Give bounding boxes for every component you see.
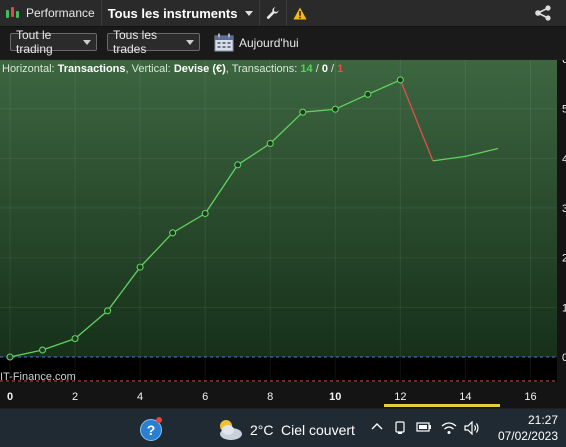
- data-point[interactable]: [234, 161, 242, 169]
- chevron-down-icon: [83, 39, 91, 45]
- taskbar: ? 2°C Ciel couvert 21:27 07/02/2023: [0, 409, 566, 447]
- period-highlight: [384, 404, 500, 407]
- trading-filter-dropdown[interactable]: Tout le trading: [10, 28, 97, 56]
- warning-icon: [292, 7, 307, 19]
- instrument-label: Tous les instruments: [107, 5, 238, 21]
- sep: /: [312, 63, 322, 75]
- candlestick-icon: [6, 6, 20, 20]
- data-point[interactable]: [331, 105, 339, 113]
- y-tick-label: 6: [562, 60, 566, 66]
- trading-filter-label: Tout le trading: [16, 28, 53, 56]
- data-point[interactable]: [104, 307, 112, 315]
- battery-icon[interactable]: [416, 421, 432, 433]
- chevron-up-icon[interactable]: [371, 421, 383, 433]
- x-tick-label: 2: [72, 391, 78, 403]
- equity-curve-chart: 0 2 4 6 8 10 12 14 160123456: [0, 60, 566, 408]
- help-icon[interactable]: ?: [140, 417, 162, 441]
- y-tick-label: 4: [562, 153, 566, 165]
- x-tick-label: 8: [267, 391, 273, 403]
- y-tick-label: 5: [562, 104, 566, 116]
- performance-label: Performance: [26, 6, 95, 20]
- transactions-prefix: , Transactions:: [225, 63, 298, 75]
- y-tick-label: 1: [562, 302, 566, 314]
- data-point[interactable]: [38, 346, 47, 354]
- x-tick-label: 6: [202, 391, 208, 403]
- wifi-icon[interactable]: [441, 421, 457, 435]
- data-point[interactable]: [136, 263, 144, 271]
- calendar-icon[interactable]: [214, 33, 234, 52]
- transactions-losing: 1: [337, 63, 344, 75]
- date-range-label[interactable]: Aujourd'hui: [239, 36, 299, 50]
- watermark: IT-Finance.com: [0, 371, 76, 383]
- trades-filter-label: Tous les trades: [113, 28, 158, 56]
- volume-icon[interactable]: [464, 421, 480, 435]
- weather-condition: Ciel couvert: [281, 422, 355, 438]
- x-tick-label: 14: [459, 391, 471, 403]
- temperature: 2°C: [250, 422, 274, 438]
- instrument-selector[interactable]: Tous les instruments: [102, 0, 260, 26]
- data-point[interactable]: [169, 229, 177, 237]
- vertical-value: Devise (€): [173, 63, 226, 75]
- x-tick-label: 12: [394, 391, 406, 403]
- sep: /: [327, 63, 338, 75]
- vertical-prefix: , Vertical:: [125, 63, 171, 75]
- wrench-icon: [266, 7, 279, 19]
- wrench-button[interactable]: [260, 0, 287, 26]
- cloudy-weather-icon[interactable]: [216, 418, 244, 442]
- x-tick-label: 16: [524, 391, 536, 403]
- notification-dot: [156, 417, 162, 423]
- transactions-total: 14: [300, 63, 313, 75]
- y-tick-label: 2: [562, 253, 566, 265]
- clock-date: 07/02/2023: [497, 429, 558, 443]
- horizontal-value: Transactions: [57, 63, 126, 75]
- data-point[interactable]: [71, 335, 79, 343]
- plot-area: [0, 60, 557, 359]
- data-point[interactable]: [364, 90, 372, 98]
- clock-time: 21:27: [527, 413, 558, 427]
- data-point[interactable]: [396, 76, 404, 84]
- share-icon[interactable]: [534, 5, 552, 21]
- x-tick-label: 10: [329, 391, 341, 403]
- chart-header: Horizontal: Transactions, Vertical: Devi…: [2, 63, 343, 75]
- data-point[interactable]: [201, 209, 209, 218]
- data-point[interactable]: [299, 108, 307, 116]
- performance-tab[interactable]: Performance: [0, 0, 102, 26]
- system-clock[interactable]: 21:27 07/02/2023: [492, 412, 558, 444]
- negative-zone: [0, 357, 557, 382]
- data-point[interactable]: [6, 353, 14, 361]
- filter-toolbar: Tout le trading Tous les trades Aujourd'…: [0, 27, 566, 59]
- warning-button[interactable]: [287, 0, 313, 26]
- chevron-down-icon: [186, 39, 194, 45]
- x-tick-label: 4: [137, 391, 143, 403]
- horizontal-prefix: Horizontal:: [2, 63, 55, 75]
- top-bar: Performance Tous les instruments: [0, 0, 566, 27]
- device-icon[interactable]: [394, 421, 406, 435]
- trades-filter-dropdown[interactable]: Tous les trades: [107, 28, 200, 56]
- y-tick-label: 3: [562, 203, 566, 215]
- chevron-down-icon: [244, 10, 253, 16]
- x-tick-label: 0: [7, 391, 13, 403]
- y-tick-label: 0: [562, 352, 566, 364]
- data-point[interactable]: [266, 139, 274, 148]
